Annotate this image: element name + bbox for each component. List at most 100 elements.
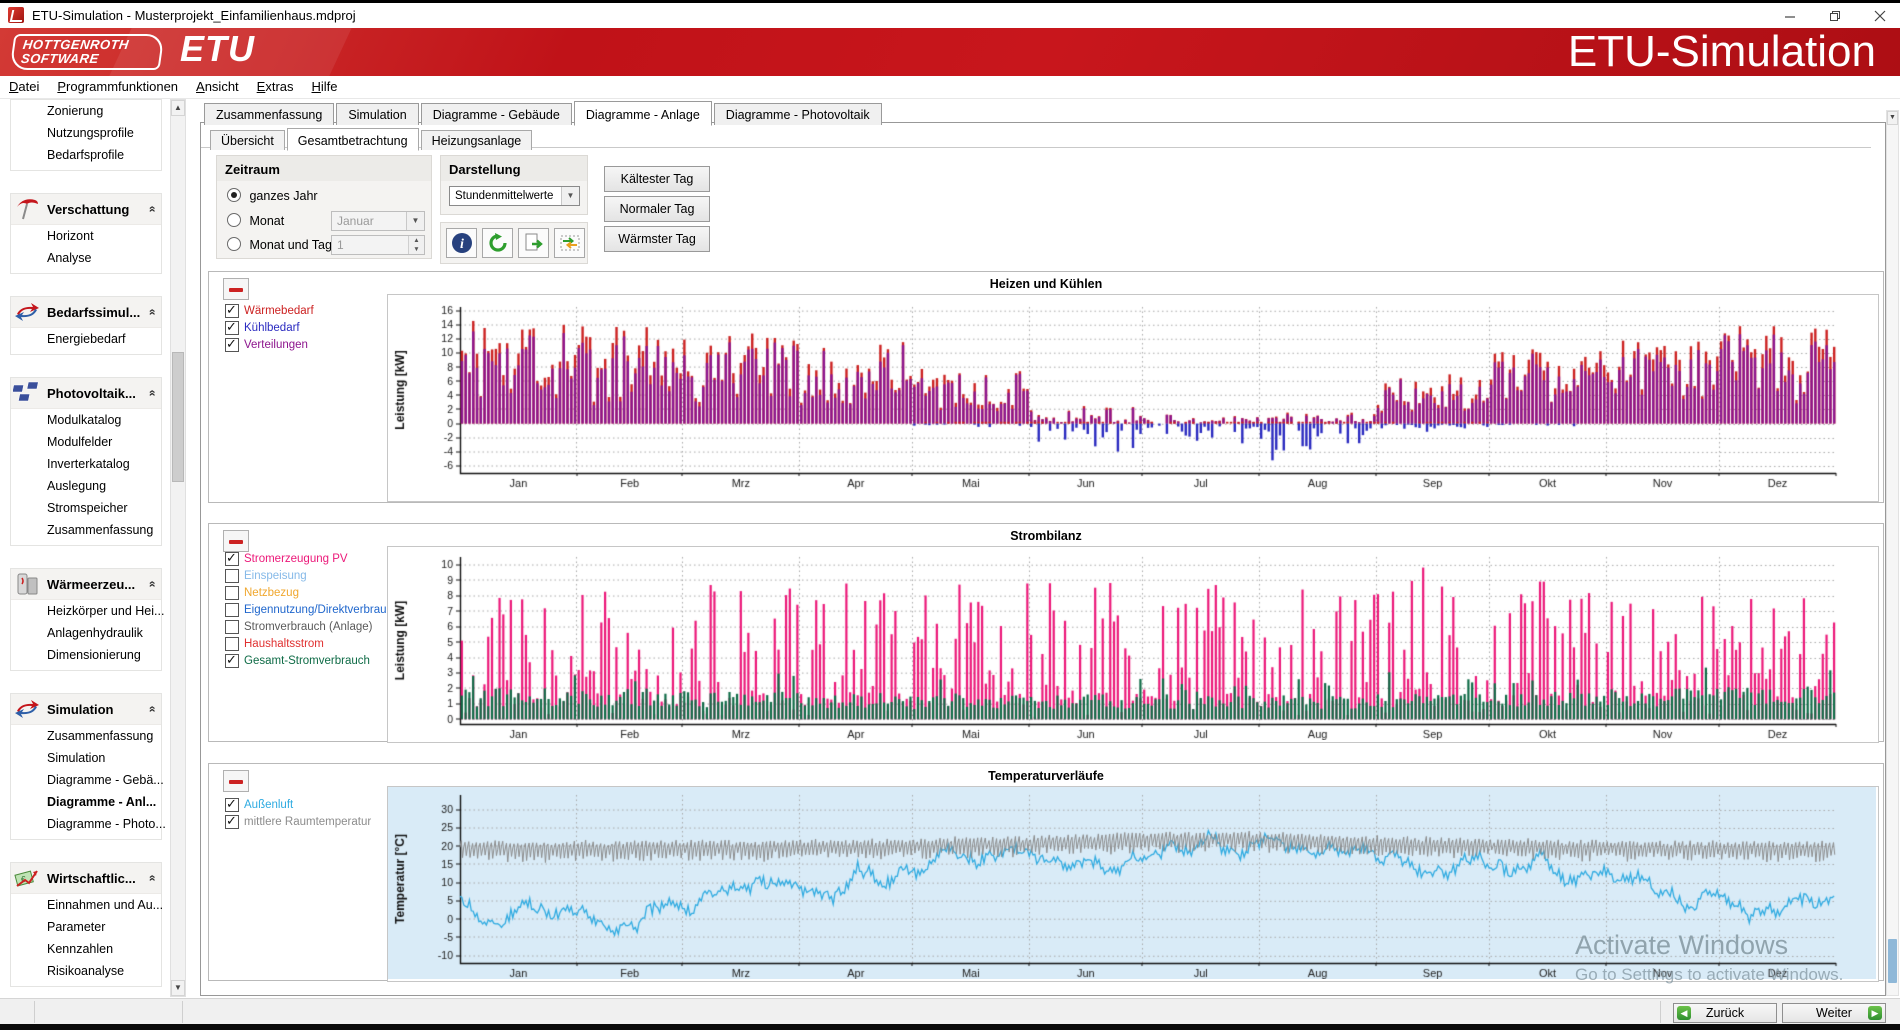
sidebar-item-simulation[interactable]: Simulation: [11, 747, 161, 769]
tab-zusammenfassung[interactable]: Zusammenfassung: [204, 103, 334, 125]
menu-programmfunktionen[interactable]: Programmfunktionen: [48, 76, 187, 97]
legend-item-stromverbrauch-anlage-[interactable]: Stromverbrauch (Anlage): [225, 620, 399, 634]
collapse-chevron-icon[interactable]: »: [145, 309, 159, 316]
info-button[interactable]: i: [446, 228, 477, 258]
export-button[interactable]: [518, 228, 549, 258]
refresh-button[interactable]: [482, 228, 513, 258]
collapse-chevron-icon[interactable]: »: [145, 581, 159, 588]
radio-icon[interactable]: [227, 188, 241, 202]
legend-item-au-enluft[interactable]: Außenluft: [225, 798, 371, 812]
sidebar-item-risikoanalyse[interactable]: Risikoanalyse: [11, 960, 161, 982]
monat-select[interactable]: Januar ▼: [331, 211, 425, 231]
legend-item-stromerzeugung-pv[interactable]: Stromerzeugung PV: [225, 552, 399, 566]
radio-monat-und-tag[interactable]: Monat und Tag: [227, 237, 332, 253]
collapse-panel-button[interactable]: [223, 770, 249, 792]
radio-monat[interactable]: Monat: [227, 213, 284, 229]
sidebar-section-header[interactable]: Wärmeerzeu...»: [11, 569, 161, 600]
sidebar-item-anlagenhydraulik[interactable]: Anlagenhydraulik: [11, 622, 161, 644]
legend-item-gesamt-stromverbrauch[interactable]: Gesamt-Stromverbrauch: [225, 654, 399, 668]
checkbox-icon[interactable]: [225, 304, 239, 318]
tab-simulation[interactable]: Simulation: [336, 103, 418, 125]
tab-diagramme-photovoltaik[interactable]: Diagramme - Photovoltaik: [714, 103, 882, 125]
checkbox-icon[interactable]: [225, 620, 239, 634]
normaler-tag-button[interactable]: Normaler Tag: [604, 196, 710, 222]
sidebar-scroll-thumb[interactable]: [172, 352, 184, 482]
collapse-panel-button[interactable]: [223, 530, 249, 552]
sidebar-item-heizk-rper-und-hei-[interactable]: Heizkörper und Hei...: [11, 600, 161, 622]
sidebar-item-zusammenfassung[interactable]: Zusammenfassung: [11, 519, 161, 541]
minimize-button[interactable]: [1770, 3, 1810, 28]
sidebar-section-header[interactable]: Photovoltaik...»: [11, 378, 161, 409]
content-scroll-thumb[interactable]: [1888, 939, 1897, 983]
sidebar-item-nutzungsprofile[interactable]: Nutzungsprofile: [11, 122, 161, 144]
legend-item-mittlere-raumtemperatur[interactable]: mittlere Raumtemperatur: [225, 815, 371, 829]
checkbox-icon[interactable]: [225, 569, 239, 583]
checkbox-icon[interactable]: [225, 654, 239, 668]
next-button[interactable]: Weiter ▶: [1782, 1003, 1886, 1023]
sidebar-item-parameter[interactable]: Parameter: [11, 916, 161, 938]
sidebar-item-diagramme-photo-[interactable]: Diagramme - Photo...: [11, 813, 161, 835]
sidebar-item-horizont[interactable]: Horizont: [11, 225, 161, 247]
sidebar-item-diagramme-anl-[interactable]: Diagramme - Anl...: [11, 791, 161, 813]
scroll-down-icon[interactable]: ▼: [171, 980, 185, 996]
sidebar-item-modulfelder[interactable]: Modulfelder: [11, 431, 161, 453]
checkbox-icon[interactable]: [225, 321, 239, 335]
menu-datei[interactable]: Datei: [0, 76, 48, 97]
waermster-tag-button[interactable]: Wärmster Tag: [604, 226, 710, 252]
checkbox-icon[interactable]: [225, 798, 239, 812]
legend-item-verteilungen[interactable]: Verteilungen: [225, 338, 314, 352]
back-button[interactable]: ◀ Zurück: [1673, 1003, 1777, 1023]
scroll-up-icon[interactable]: ▲: [171, 100, 185, 116]
subtab-heizungsanlage[interactable]: Heizungsanlage: [421, 130, 533, 150]
sidebar-item-modulkatalog[interactable]: Modulkatalog: [11, 409, 161, 431]
legend-item-w-rmebedarf[interactable]: Wärmebedarf: [225, 304, 314, 318]
radio-icon[interactable]: [227, 237, 241, 251]
darstellung-select[interactable]: Stundenmittelwerte ▼: [449, 186, 580, 206]
sidebar-item-dimensionierung[interactable]: Dimensionierung: [11, 644, 161, 666]
sidebar-item-analyse[interactable]: Analyse: [11, 247, 161, 269]
sidebar-item-kennzahlen[interactable]: Kennzahlen: [11, 938, 161, 960]
subtab--bersicht[interactable]: Übersicht: [210, 130, 285, 150]
checkbox-icon[interactable]: [225, 552, 239, 566]
sidebar-item-inverterkatalog[interactable]: Inverterkatalog: [11, 453, 161, 475]
sidebar-item-bedarfsprofile[interactable]: Bedarfsprofile: [11, 144, 161, 166]
sidebar-item-diagramme-geb-[interactable]: Diagramme - Gebä...: [11, 769, 161, 791]
close-icon[interactable]: [1860, 3, 1900, 28]
menu-extras[interactable]: Extras: [248, 76, 303, 97]
restore-button[interactable]: [1815, 3, 1855, 28]
tab-diagramme-geb-ude[interactable]: Diagramme - Gebäude: [421, 103, 572, 125]
sidebar-section-header[interactable]: Verschattung»: [11, 194, 161, 225]
collapse-chevron-icon[interactable]: »: [145, 875, 159, 882]
sidebar-section-header[interactable]: Simulation»: [11, 694, 161, 725]
kaeltester-tag-button[interactable]: Kältester Tag: [604, 166, 710, 192]
menu-hilfe[interactable]: Hilfe: [303, 76, 347, 97]
tag-spinner[interactable]: 1 ▲▼: [331, 235, 425, 255]
sidebar-item-zusammenfassung[interactable]: Zusammenfassung: [11, 725, 161, 747]
sidebar-item-zonierung[interactable]: Zonierung: [11, 100, 161, 122]
sidebar-section-header[interactable]: €Wirtschaftlic...»: [11, 863, 161, 894]
sidebar-item-einnahmen-und-au-[interactable]: Einnahmen und Au...: [11, 894, 161, 916]
legend-item-eigennutzung-direktverbrauch[interactable]: Eigennutzung/Direktverbrauch: [225, 603, 399, 617]
sidebar-section-header[interactable]: Bedarfssimul...»: [11, 297, 161, 328]
checkbox-icon[interactable]: [225, 637, 239, 651]
sidebar-item-auslegung[interactable]: Auslegung: [11, 475, 161, 497]
tab-diagramme-anlage[interactable]: Diagramme - Anlage: [574, 101, 712, 126]
spinner-arrows-icon[interactable]: ▲▼: [408, 236, 424, 254]
fit-view-button[interactable]: [554, 228, 585, 258]
checkbox-icon[interactable]: [225, 338, 239, 352]
legend-item-einspeisung[interactable]: Einspeisung: [225, 569, 399, 583]
collapse-chevron-icon[interactable]: »: [145, 206, 159, 213]
checkbox-icon[interactable]: [225, 815, 239, 829]
menu-ansicht[interactable]: Ansicht: [187, 76, 248, 97]
collapse-chevron-icon[interactable]: »: [145, 706, 159, 713]
legend-item-netzbezug[interactable]: Netzbezug: [225, 586, 399, 600]
sidebar-item-energiebedarf[interactable]: Energiebedarf: [11, 328, 161, 350]
checkbox-icon[interactable]: [225, 586, 239, 600]
subtab-gesamtbetrachtung[interactable]: Gesamtbetrachtung: [287, 128, 419, 151]
scroll-down-icon[interactable]: ▼: [1887, 111, 1898, 125]
sidebar-scrollbar[interactable]: ▲ ▼: [170, 99, 186, 997]
radio-icon[interactable]: [227, 213, 241, 227]
collapse-chevron-icon[interactable]: »: [145, 390, 159, 397]
legend-item-k-hlbedarf[interactable]: Kühlbedarf: [225, 321, 314, 335]
legend-item-haushaltsstrom[interactable]: Haushaltsstrom: [225, 637, 399, 651]
